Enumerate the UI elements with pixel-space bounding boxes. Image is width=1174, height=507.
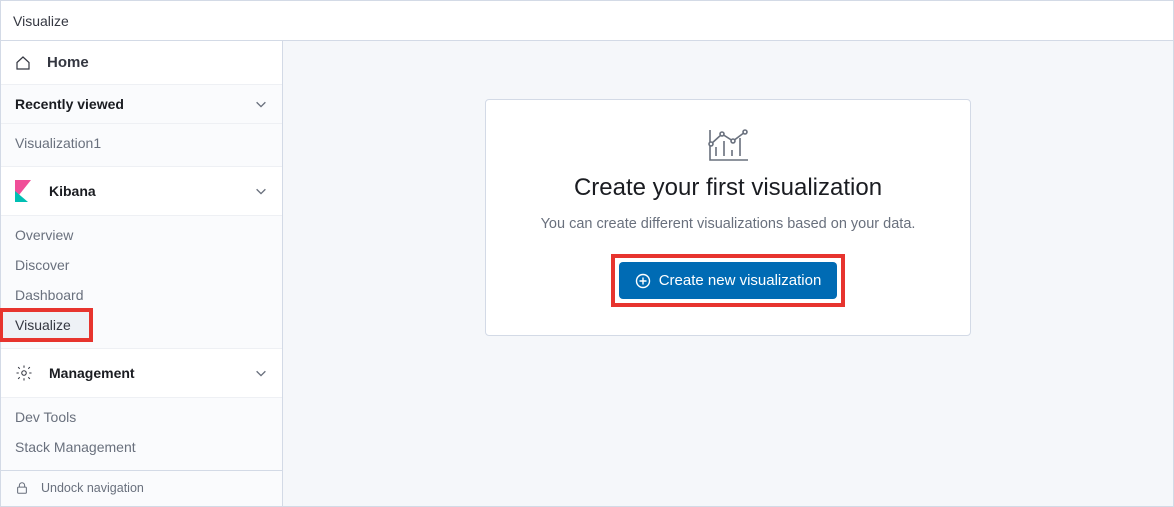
chevron-down-icon	[254, 184, 268, 198]
section-recently-viewed[interactable]: Recently viewed	[1, 85, 282, 123]
breadcrumb[interactable]: Visualize	[13, 13, 69, 29]
recently-viewed-item[interactable]: Visualization1	[1, 128, 282, 158]
sidebar-item-overview[interactable]: Overview	[1, 220, 282, 250]
main-content: Create your first visualization You can …	[283, 41, 1173, 506]
sidebar-item-visualize[interactable]: Visualize	[1, 310, 91, 340]
page-title: Create your first visualization	[510, 174, 946, 202]
kibana-list: Overview Discover Dashboard Visualize	[1, 216, 282, 348]
sidebar-item-discover[interactable]: Discover	[1, 250, 282, 280]
page-subtitle: You can create different visualizations …	[510, 216, 946, 232]
undock-label: Undock navigation	[41, 481, 144, 495]
nav-home[interactable]: Home	[1, 41, 282, 85]
recently-viewed-label: Recently viewed	[15, 96, 124, 112]
section-management[interactable]: Management	[1, 348, 282, 398]
nav-home-label: Home	[47, 54, 89, 71]
breadcrumb-bar: Visualize	[1, 1, 1173, 41]
plus-circle-icon	[635, 273, 651, 289]
section-kibana[interactable]: Kibana	[1, 166, 282, 216]
visualization-icon	[705, 126, 751, 164]
recently-viewed-list: Visualization1	[1, 124, 282, 166]
undock-navigation[interactable]: Undock navigation	[1, 470, 282, 507]
chevron-down-icon	[254, 366, 268, 380]
kibana-logo-icon	[15, 180, 39, 202]
empty-state-card: Create your first visualization You can …	[485, 99, 971, 336]
lock-icon	[15, 481, 35, 495]
sidebar-item-devtools[interactable]: Dev Tools	[1, 402, 282, 432]
management-label: Management	[49, 365, 135, 381]
sidebar-item-dashboard[interactable]: Dashboard	[1, 280, 282, 310]
cta-label: Create new visualization	[659, 272, 822, 289]
sidebar-item-stack-management[interactable]: Stack Management	[1, 432, 282, 462]
cta-highlight: Create new visualization	[611, 254, 846, 307]
management-list: Dev Tools Stack Management	[1, 398, 282, 470]
home-icon	[15, 55, 39, 71]
create-visualization-button[interactable]: Create new visualization	[619, 262, 838, 299]
kibana-label: Kibana	[49, 183, 96, 199]
sidebar: Home Recently viewed Visualization1 Kiba…	[1, 41, 283, 506]
gear-icon	[15, 364, 39, 382]
chevron-down-icon	[254, 97, 268, 111]
